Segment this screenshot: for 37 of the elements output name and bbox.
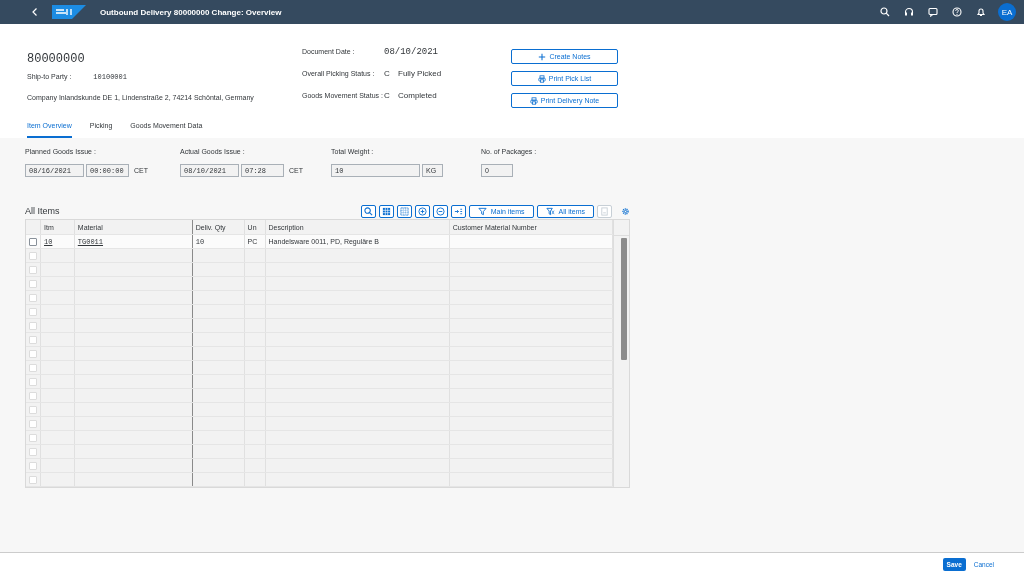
toolbar-button[interactable] xyxy=(360,204,376,218)
filter-icon xyxy=(545,206,555,216)
document-icon xyxy=(600,206,609,216)
toolbar-button[interactable] xyxy=(378,204,394,218)
toolbar-button[interactable] xyxy=(450,204,466,218)
headset-icon[interactable] xyxy=(904,7,914,17)
printer-icon xyxy=(529,96,538,105)
bell-icon[interactable] xyxy=(976,7,986,17)
grid-icon xyxy=(381,206,391,216)
chat-icon[interactable] xyxy=(928,7,938,17)
status-code: C xyxy=(384,91,391,100)
field-value: 08/10/2021 xyxy=(384,46,438,57)
status-code: C xyxy=(384,69,391,78)
document-number: 80000000 xyxy=(27,52,86,66)
filter-icon xyxy=(477,206,487,216)
expand-icon xyxy=(417,206,427,216)
plus-icon xyxy=(538,52,547,61)
user-avatar[interactable]: EA xyxy=(998,3,1016,21)
search-icon[interactable] xyxy=(880,7,890,17)
logo-icon[interactable] xyxy=(52,5,86,19)
printer-icon xyxy=(537,74,546,83)
status-text: Fully Picked xyxy=(398,69,442,78)
app-title: Outbound Delivery 80000000 Change: Overview xyxy=(100,7,283,17)
toolbar-button[interactable] xyxy=(432,204,448,218)
status-text: Completed xyxy=(398,91,437,100)
settings-icon[interactable] xyxy=(621,206,630,216)
back-icon[interactable] xyxy=(30,7,40,17)
scrollbar-thumb[interactable] xyxy=(621,238,627,360)
toolbar-button[interactable] xyxy=(396,204,412,218)
table-title: All Items xyxy=(25,206,61,216)
help-icon[interactable] xyxy=(952,7,962,17)
row-checkbox[interactable] xyxy=(29,237,37,246)
indent-icon xyxy=(453,206,463,216)
toolbar-button[interactable] xyxy=(414,204,430,218)
collapse-icon xyxy=(435,206,445,216)
grid-icon xyxy=(399,206,409,216)
search-icon xyxy=(363,206,373,216)
